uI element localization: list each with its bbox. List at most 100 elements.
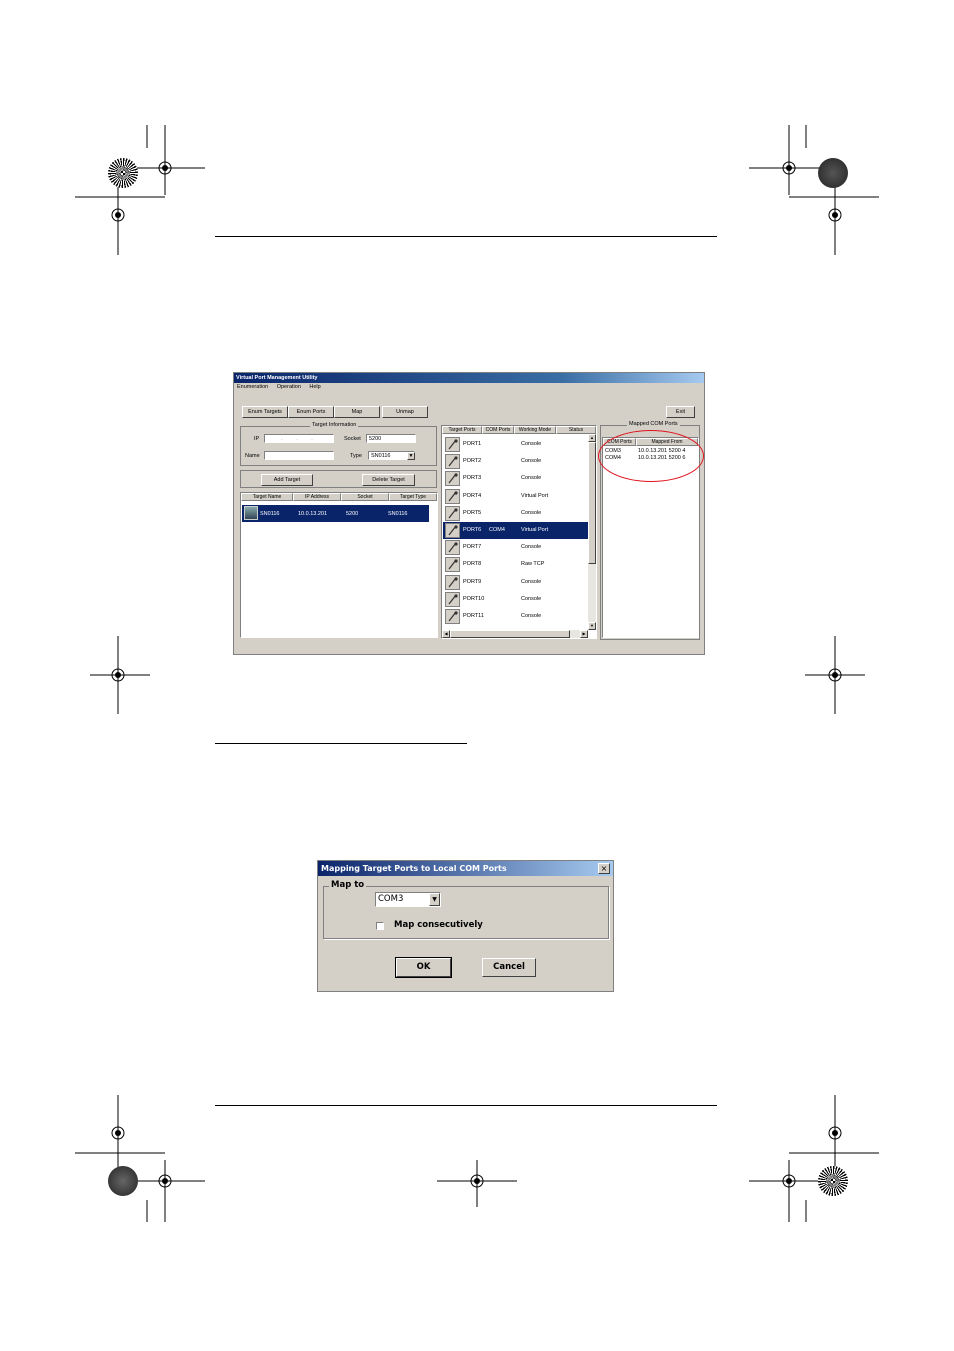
scroll-right-arrow-icon[interactable]: ▶ (580, 630, 588, 638)
col-target-type[interactable]: Target Type (389, 493, 437, 501)
serial-port-icon (445, 609, 460, 624)
scroll-up-arrow-icon[interactable]: ▲ (588, 434, 596, 442)
ok-button[interactable]: OK (395, 957, 452, 978)
map-to-group (323, 886, 609, 939)
working-mode-cell: Console (521, 613, 542, 619)
working-mode-cell: Virtual Port (521, 527, 549, 533)
target-info-title: Target Information (310, 422, 359, 428)
highlight-circle (598, 430, 704, 482)
enum-ports-button[interactable]: Enum Ports (288, 406, 334, 418)
serial-port-icon (445, 523, 460, 538)
targets-table: Target Name IP Address Socket Target Typ… (240, 492, 438, 638)
unmap-button[interactable]: Unmap (382, 406, 428, 418)
ports-table: Target Ports COM Ports Working Mode Stat… (441, 425, 597, 639)
enum-targets-button[interactable]: Enum Targets (242, 406, 288, 418)
map-button[interactable]: Map (334, 406, 380, 418)
col-ip-address[interactable]: IP Address (293, 493, 341, 501)
serial-port-icon (445, 540, 460, 556)
vpm-window: Virtual Port Management Utility Enumerat… (233, 372, 705, 655)
ports-vertical-scrollbar[interactable]: ▲ ▼ (588, 434, 596, 630)
working-mode-cell: Console (521, 509, 542, 516)
table-row[interactable]: PORT5 Console (443, 505, 588, 522)
registration-rosette-icon (818, 158, 848, 188)
map-consecutively-checkbox[interactable] (376, 922, 384, 930)
registration-rosette-icon (108, 1166, 138, 1196)
map-to-title: Map to (329, 880, 367, 890)
working-mode-cell: Console (521, 578, 542, 585)
ports-horizontal-scrollbar[interactable]: ◀ ▶ (442, 630, 588, 638)
serial-port-icon (445, 437, 460, 452)
chevron-down-icon[interactable]: ▼ (429, 893, 440, 906)
table-row[interactable]: PORT4 Virtual Port (443, 488, 588, 505)
registration-rosette-icon (108, 158, 138, 188)
port-name-cell: PORT11 (463, 613, 484, 619)
target-ip-cell: 10.0.13.201 (298, 511, 328, 517)
cancel-button[interactable]: Cancel (482, 958, 536, 977)
port-name-cell: PORT2 (463, 458, 482, 465)
col-working-mode[interactable]: Working Mode (514, 426, 556, 434)
close-icon[interactable]: × (598, 863, 610, 874)
table-row[interactable]: PORT11 Console (443, 608, 588, 625)
target-info-group (240, 426, 437, 466)
type-dropdown-arrow-icon[interactable]: ▼ (407, 452, 415, 460)
target-device-icon (244, 506, 258, 520)
col-target-ports[interactable]: Target Ports (442, 426, 482, 434)
serial-port-icon (445, 471, 460, 487)
h-scroll-thumb[interactable] (450, 630, 570, 638)
target-name-cell: SN0116 (260, 511, 280, 517)
port-name-cell: PORT6 (463, 527, 482, 533)
port-name-cell: PORT9 (463, 578, 482, 585)
name-input[interactable] (264, 451, 334, 460)
target-type-cell: SN0116 (388, 511, 408, 517)
working-mode-cell: Console (521, 595, 542, 602)
target-socket-cell: 5200 (346, 511, 359, 517)
add-target-button[interactable]: Add Target (261, 474, 313, 486)
scroll-left-arrow-icon[interactable]: ◀ (442, 630, 450, 638)
menu-operation[interactable]: Operation (277, 384, 301, 390)
ip-label: IP (254, 436, 260, 442)
mapping-dialog: Mapping Target Ports to Local COM Ports … (317, 860, 614, 992)
table-row[interactable]: PORT6 COM4 Virtual Port (443, 522, 588, 539)
port-name-cell: PORT7 (463, 544, 482, 551)
ip-input[interactable]: . . . (264, 434, 334, 443)
table-row[interactable]: PORT7 Console (443, 539, 588, 556)
col-com-ports[interactable]: COM Ports (482, 426, 514, 434)
map-consecutively-label: Map consecutively (394, 920, 483, 930)
menu-help[interactable]: Help (309, 384, 320, 390)
col-socket[interactable]: Socket (341, 493, 389, 501)
working-mode-cell: Virtual Port (521, 492, 549, 499)
port-name-cell: PORT8 (463, 561, 482, 568)
menu-enumeration[interactable]: Enumeration (237, 384, 268, 390)
table-row[interactable]: PORT3 Console (443, 470, 588, 487)
scroll-down-arrow-icon[interactable]: ▼ (588, 622, 596, 630)
port-name-cell: PORT10 (463, 595, 485, 602)
name-label: Name (245, 453, 260, 459)
port-name-cell: PORT3 (463, 475, 482, 482)
serial-port-icon (445, 574, 460, 590)
col-status[interactable]: Status (556, 426, 596, 434)
col-target-name[interactable]: Target Name (241, 493, 293, 501)
crop-marks (75, 125, 879, 1222)
delete-target-button[interactable]: Delete Target (362, 474, 415, 486)
exit-button[interactable]: Exit (666, 406, 695, 418)
socket-input[interactable]: 5200 (366, 434, 416, 443)
table-row[interactable]: PORT10 Console (443, 591, 588, 608)
socket-label: Socket (344, 436, 361, 442)
working-mode-cell: Console (521, 458, 542, 465)
working-mode-cell: Console (521, 544, 542, 551)
mapped-com-title: Mapped COM Ports (627, 421, 680, 427)
port-name-cell: PORT1 (463, 441, 482, 447)
port-name-cell: PORT4 (463, 492, 482, 499)
table-row[interactable]: PORT8 Raw TCP (443, 556, 588, 573)
working-mode-cell: Raw TCP (521, 561, 545, 568)
registration-rosette-icon (818, 1166, 848, 1196)
serial-port-icon (445, 488, 460, 504)
table-row[interactable]: SN0116 10.0.13.201 5200 SN0116 (242, 505, 429, 522)
table-row[interactable]: PORT9 Console (443, 574, 588, 591)
table-row[interactable]: PORT2 Console (443, 453, 588, 470)
port-name-cell: PORT5 (463, 509, 482, 516)
working-mode-cell: Console (521, 475, 542, 482)
com-port-cell: COM4 (489, 527, 505, 533)
scroll-thumb[interactable] (588, 442, 596, 564)
table-row[interactable]: PORT1 Console (443, 436, 588, 453)
